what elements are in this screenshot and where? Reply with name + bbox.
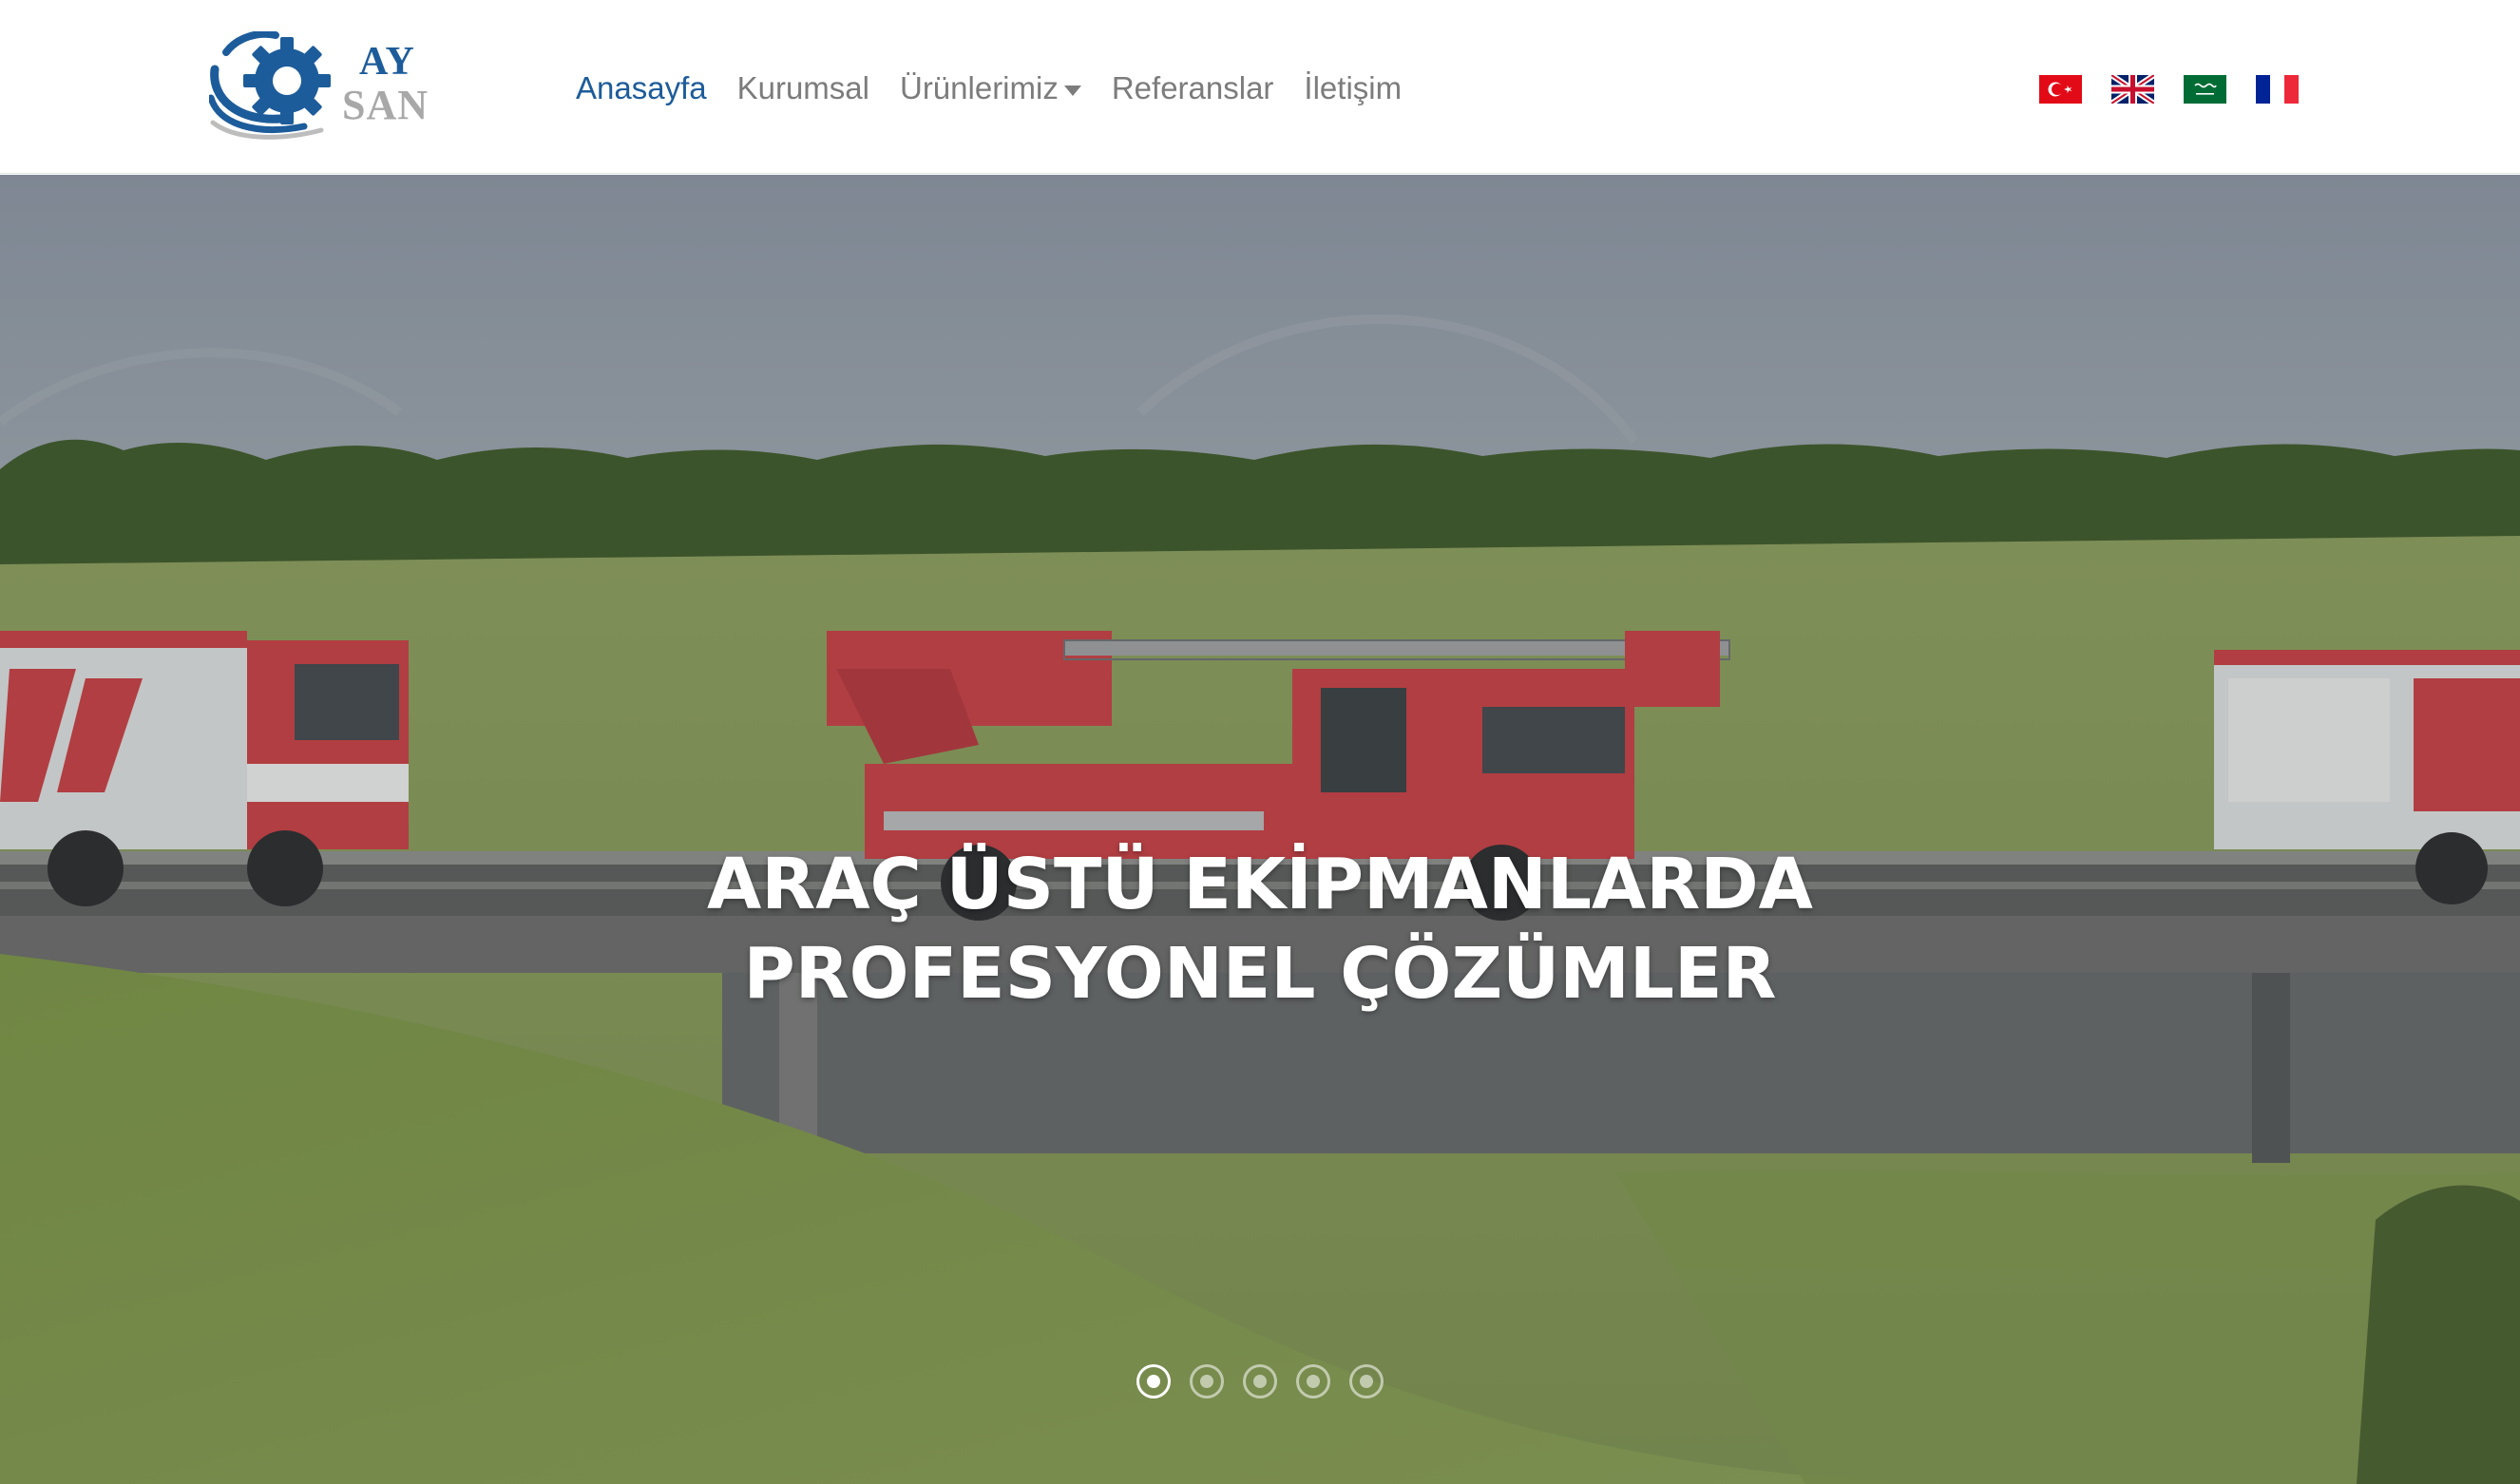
- turkey-flag-icon[interactable]: [2039, 75, 2082, 104]
- language-switcher: [2039, 75, 2299, 104]
- nav-item-home[interactable]: Anasayfa: [576, 70, 722, 106]
- gear-logo-icon: [209, 31, 331, 140]
- slide-indicator-3[interactable]: [1243, 1364, 1277, 1398]
- chevron-down-icon: [1063, 85, 1081, 96]
- hero-overlay: [0, 175, 2520, 1484]
- brand-logo[interactable]: AY SAN: [209, 31, 437, 141]
- slide-indicator-5[interactable]: [1349, 1364, 1384, 1398]
- slider-indicators: [1136, 1364, 1384, 1398]
- slide-indicator-2[interactable]: [1190, 1364, 1224, 1398]
- nav-item-references[interactable]: Referanslar: [1097, 70, 1289, 106]
- slide-indicator-1[interactable]: [1136, 1364, 1171, 1398]
- hero-caption: ARAÇ ÜSTÜ EKİPMANLARDA PROFESYONEL ÇÖZÜM…: [0, 840, 2520, 1018]
- brand-name-line1: AY: [359, 40, 415, 84]
- hero-caption-line1: ARAÇ ÜSTÜ EKİPMANLARDA: [707, 844, 1813, 925]
- main-nav: Anasayfa Kurumsal Ürünlerimiz Referansla…: [576, 65, 1417, 112]
- hero-slider: ARAÇ ÜSTÜ EKİPMANLARDA PROFESYONEL ÇÖZÜM…: [0, 175, 2520, 1484]
- nav-item-corporate[interactable]: Kurumsal: [722, 70, 885, 106]
- brand-name-line2: SAN: [342, 82, 430, 128]
- nav-item-contact[interactable]: İletişim: [1289, 70, 1417, 106]
- france-flag-icon[interactable]: [2256, 75, 2299, 104]
- nav-item-products-label: Ürünlerimiz: [899, 70, 1059, 105]
- site-header: AY SAN Anasayfa Kurumsal Ürünlerimiz Ref…: [0, 0, 2520, 174]
- nav-item-products[interactable]: Ürünlerimiz: [885, 70, 1097, 106]
- uk-flag-icon[interactable]: [2111, 75, 2154, 104]
- hero-caption-line2: PROFESYONEL ÇÖZÜMLER: [743, 933, 1777, 1015]
- saudi-arabia-flag-icon[interactable]: [2184, 75, 2226, 104]
- slide-indicator-4[interactable]: [1296, 1364, 1330, 1398]
